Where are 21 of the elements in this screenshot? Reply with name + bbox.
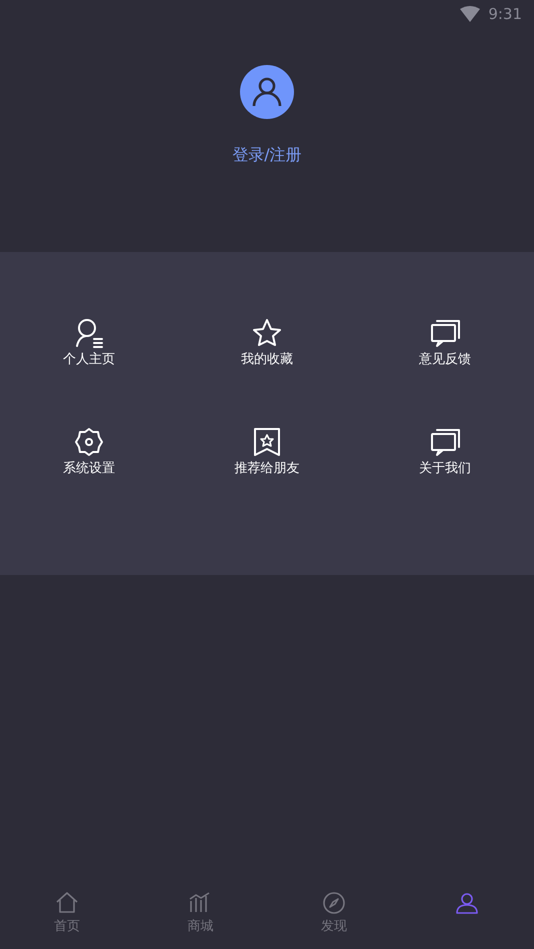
home-icon: [54, 891, 79, 915]
status-time: 9:31: [488, 4, 522, 25]
bookmark-star-icon: [252, 426, 282, 456]
menu-item[interactable]: 意见反馈: [419, 350, 471, 370]
menu-item[interactable]: 系统设置: [63, 458, 115, 478]
chat-bubbles-icon: [430, 426, 460, 456]
gear-icon: [74, 426, 104, 456]
menu-item[interactable]: 我的收藏: [241, 350, 293, 370]
menu-item[interactable]: 推荐给朋友: [234, 458, 300, 478]
compass-icon: [322, 891, 346, 915]
person-icon: [252, 76, 282, 108]
bar-chart-icon: [188, 891, 212, 915]
person-icon: [455, 891, 480, 915]
login-link[interactable]: 登录/注册: [232, 143, 302, 167]
chat-bubbles-icon: [430, 318, 460, 348]
avatar[interactable]: [240, 65, 294, 119]
menu-item[interactable]: 个人主页: [63, 350, 115, 370]
wifi-icon: [460, 6, 480, 22]
menu-item[interactable]: 关于我们: [419, 458, 471, 478]
person-list-icon: [74, 318, 104, 348]
star-icon: [252, 318, 282, 348]
